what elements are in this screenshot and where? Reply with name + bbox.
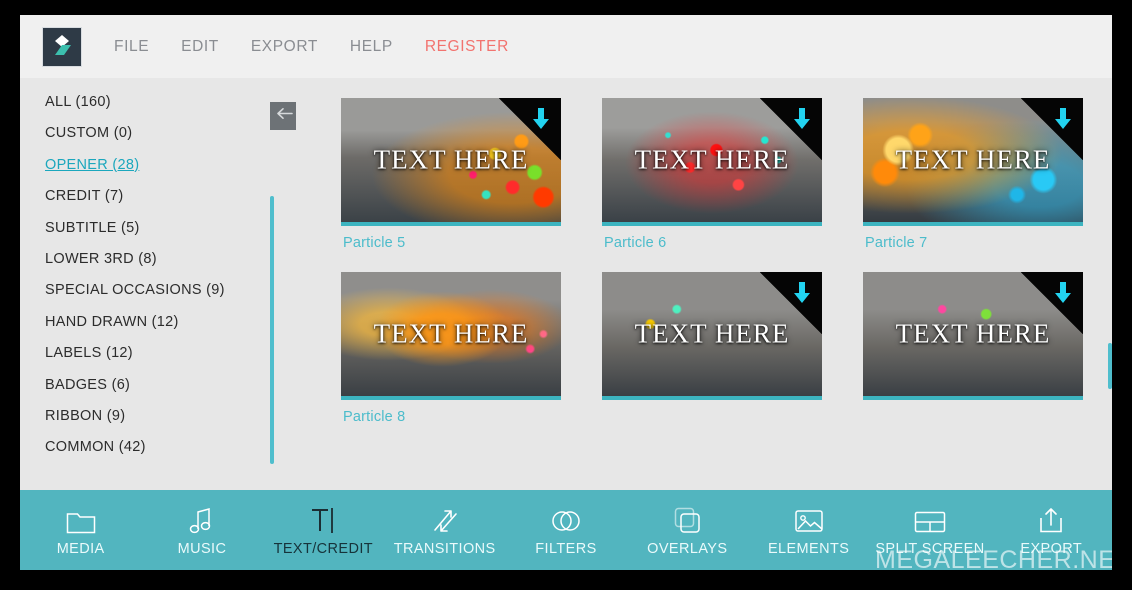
template-thumbnail[interactable]: TEXT HERE	[602, 98, 822, 226]
menu-bar: FILE EDIT EXPORT HELP REGISTER	[20, 15, 1112, 78]
category-list: ALL (160) CUSTOM (0) OPENER (28) CREDIT …	[45, 87, 275, 464]
toolbar-label: ELEMENTS	[767, 540, 850, 557]
menu-item-edit[interactable]: EDIT	[165, 38, 235, 56]
toolbar-item-overlays[interactable]: OVERLAYS	[627, 490, 748, 570]
template-thumbnail[interactable]: TEXT HERE	[602, 272, 822, 400]
template-card[interactable]: TEXT HERE Particle 6	[602, 98, 822, 251]
template-label: Particle 5	[343, 235, 406, 251]
menu-item-help[interactable]: HELP	[334, 38, 409, 56]
filmora-window: FILE EDIT EXPORT HELP REGISTER ALL (160)…	[20, 15, 1112, 570]
toolbar-label: MEDIA	[56, 540, 105, 557]
download-corner[interactable]	[1021, 98, 1083, 160]
bottom-toolbar: MEDIA MUSIC TEXT/CREDIT TRANSITIONS FILT…	[20, 490, 1112, 570]
toolbar-item-music[interactable]: MUSIC	[141, 490, 262, 570]
sidebar-item-ribbon[interactable]: RIBBON (9)	[45, 401, 275, 432]
template-card[interactable]: TEXT HERE Particle 7	[863, 98, 1083, 251]
template-thumbnail[interactable]: TEXT HERE	[341, 98, 561, 226]
template-label: Particle 6	[604, 235, 667, 251]
template-label	[602, 400, 822, 409]
toolbar-label: TRANSITIONS	[393, 540, 496, 557]
sidebar-item-custom[interactable]: CUSTOM (0)	[45, 118, 275, 149]
download-corner[interactable]	[499, 98, 561, 160]
menu-items: FILE EDIT EXPORT HELP REGISTER	[98, 15, 525, 78]
image-icon	[794, 504, 824, 534]
toolbar-item-text-credit[interactable]: TEXT/CREDIT	[263, 490, 384, 570]
toolbar-label: EXPORT	[1020, 540, 1083, 557]
template-label	[863, 400, 1083, 409]
toolbar-item-split-screen[interactable]: SPLIT SCREEN	[869, 490, 990, 570]
download-corner[interactable]	[760, 98, 822, 160]
toolbar-item-media[interactable]: MEDIA	[20, 490, 141, 570]
sidebar-scrollbar-thumb[interactable]	[270, 196, 274, 464]
template-card[interactable]: TEXT HERE	[863, 272, 1083, 425]
grid-scrollbar-thumb[interactable]	[1108, 343, 1112, 389]
sidebar-item-subtitle[interactable]: SUBTITLE (5)	[45, 213, 275, 244]
template-label: Particle 7	[865, 235, 928, 251]
sidebar-item-labels[interactable]: LABELS (12)	[45, 338, 275, 369]
template-grid-inner: TEXT HERE Particle 5 TEXT HERE Particle …	[341, 98, 1091, 425]
download-corner[interactable]	[760, 272, 822, 334]
menu-item-export[interactable]: EXPORT	[235, 38, 334, 56]
sidebar-item-all[interactable]: ALL (160)	[45, 87, 275, 118]
template-thumbnail[interactable]: TEXT HERE	[863, 98, 1083, 226]
toolbar-label: TEXT/CREDIT	[273, 540, 374, 557]
transitions-icon	[431, 504, 459, 534]
sidebar-item-opener[interactable]: OPENER (28)	[45, 150, 275, 181]
toolbar-item-transitions[interactable]: TRANSITIONS	[384, 490, 505, 570]
toolbar-item-elements[interactable]: ELEMENTS	[748, 490, 869, 570]
download-corner[interactable]	[1021, 272, 1083, 334]
template-thumbnail[interactable]: TEXT HERE	[341, 272, 561, 400]
filmora-logo-icon[interactable]	[42, 27, 82, 67]
folder-icon	[66, 504, 96, 534]
template-thumbnail[interactable]: TEXT HERE	[863, 272, 1083, 400]
content-area: ALL (160) CUSTOM (0) OPENER (28) CREDIT …	[20, 78, 1112, 490]
sidebar-item-special-occasions[interactable]: SPECIAL OCCASIONS (9)	[45, 275, 275, 306]
toolbar-label: OVERLAYS	[647, 540, 728, 557]
toolbar-label: FILTERS	[535, 540, 597, 557]
text-cursor-icon	[309, 504, 337, 534]
toolbar-item-export[interactable]: EXPORT	[991, 490, 1112, 570]
sidebar-item-credit[interactable]: CREDIT (7)	[45, 181, 275, 212]
toolbar-label: SPLIT SCREEN	[875, 540, 985, 557]
overlays-icon	[673, 504, 701, 534]
sidebar-collapse-button[interactable]	[270, 102, 296, 130]
sidebar-item-badges[interactable]: BADGES (6)	[45, 370, 275, 401]
template-grid: TEXT HERE Particle 5 TEXT HERE Particle …	[341, 78, 1091, 490]
toolbar-item-filters[interactable]: FILTERS	[505, 490, 626, 570]
template-card[interactable]: TEXT HERE Particle 8	[341, 272, 561, 425]
template-label: Particle 8	[343, 409, 406, 425]
filters-icon	[551, 504, 581, 534]
sidebar-item-common[interactable]: COMMON (42)	[45, 432, 275, 463]
preview-text: TEXT HERE	[373, 318, 529, 349]
category-sidebar: ALL (160) CUSTOM (0) OPENER (28) CREDIT …	[20, 78, 296, 490]
menu-item-file[interactable]: FILE	[98, 38, 165, 56]
template-card[interactable]: TEXT HERE	[602, 272, 822, 425]
sidebar-item-lower-3rd[interactable]: LOWER 3RD (8)	[45, 244, 275, 275]
sidebar-item-hand-drawn[interactable]: HAND DRAWN (12)	[45, 307, 275, 338]
template-card[interactable]: TEXT HERE Particle 5	[341, 98, 561, 251]
export-icon	[1037, 504, 1065, 534]
music-note-icon	[188, 504, 216, 534]
toolbar-label: MUSIC	[177, 540, 227, 557]
arrow-left-icon	[276, 107, 294, 125]
menu-item-register[interactable]: REGISTER	[409, 38, 525, 56]
split-screen-icon	[914, 504, 946, 534]
